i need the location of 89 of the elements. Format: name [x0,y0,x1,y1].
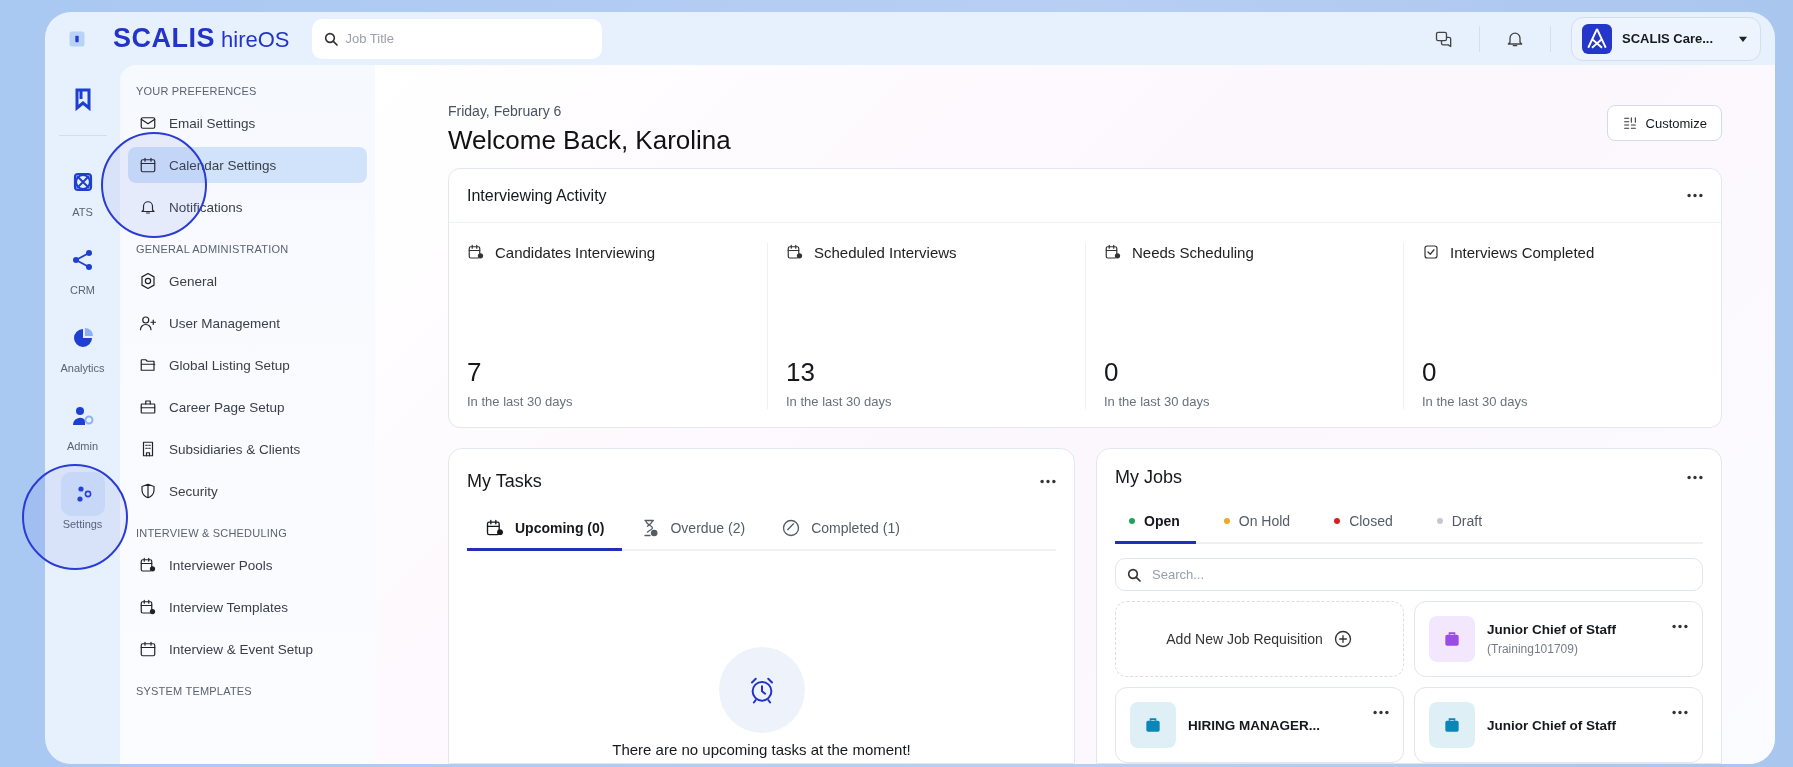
nav-item[interactable]: Analytics [53,316,112,374]
logo-mark-icon [1582,23,1612,54]
section-heading: YOUR PREFERENCES [135,84,258,99]
more-icon [1687,475,1703,481]
briefcase-icon [1442,629,1462,649]
search-icon [1126,566,1142,583]
search-field[interactable]: Search... [1115,558,1703,591]
more-icon [1040,478,1056,484]
nav-item[interactable]: ATS [53,160,112,218]
more-icon [1672,710,1688,715]
job-title: Junior Chief of Staff [1487,622,1617,637]
stat-caption: In the last 30 days [1422,394,1529,409]
tab[interactable]: Closed [1318,500,1409,545]
menu-item[interactable]: Email Settings [128,105,367,141]
tab[interactable]: Completed (1) [763,507,918,551]
calendar-icon [467,243,485,261]
search-field[interactable]: Job Title [311,18,602,59]
stat-caption: In the last 30 days [786,394,893,409]
stat-value: 0 [1104,357,1120,388]
account-selector[interactable]: SCALIS Care... [1571,16,1761,61]
user-gear-icon [70,404,95,428]
stat-label: Interviews Completed [1450,243,1595,261]
stat-value: 7 [467,357,483,388]
stat-value: 0 [1422,357,1438,388]
stat-caption: In the last 30 days [467,394,574,409]
calendar-icon [786,243,804,261]
briefcase-icon [139,398,157,416]
add-job-button[interactable]: Add New Job Requisition [1115,601,1404,677]
calendar-icon [1104,243,1122,261]
job-title: Junior Chief of Staff [1487,717,1617,733]
logo[interactable]: SCALIS hireOS [113,23,290,54]
job-card[interactable]: HIRING MANAGER... [1115,687,1404,763]
share-nodes-icon [70,248,95,272]
card-title: My Tasks [467,470,542,492]
tab[interactable]: Overdue (2) [622,507,764,551]
date-text: Friday, February 6 [448,103,563,119]
menu-item[interactable]: Interviewer Pools [128,547,367,583]
check-circle-icon [781,517,802,538]
menu-item[interactable]: Interview & Event Setup [128,631,367,667]
user-plus-icon [139,314,157,332]
card-title: Interviewing Activity [467,186,607,205]
menu-item[interactable]: Career Page Setup [128,389,367,425]
nav-item[interactable]: Admin [53,394,112,452]
menu-item[interactable]: Global Listing Setup [128,347,367,383]
menu-item[interactable]: Interview Templates [128,589,367,625]
customize-button[interactable]: Customize [1606,105,1722,141]
stat-value: 13 [786,357,816,388]
menu-item[interactable]: Subsidiaries & Clients [128,431,367,467]
stat-label: Candidates Interviewing [495,243,656,261]
calendar-icon [139,556,157,574]
envelope-icon [139,114,157,132]
plus-circle-icon [1332,629,1353,649]
tab[interactable]: Upcoming (0) [467,507,623,551]
folder-icon [139,356,157,374]
menu-item[interactable]: General [128,263,367,299]
stat-label: Scheduled Interviews [814,243,957,261]
briefcase-icon [1442,715,1462,735]
job-title: HIRING MANAGER... [1188,717,1321,733]
briefcase-icon [1143,715,1163,735]
bell-icon [139,198,157,216]
checkbox-icon [1422,243,1440,261]
job-id: (Training101709) [1487,642,1579,656]
search-icon [322,30,339,47]
welcome-heading: Welcome Back, Karolina [448,125,731,156]
job-card[interactable]: Junior Chief of Staff [1414,687,1703,763]
job-card[interactable]: Junior Chief of Staff (Training101709) [1414,601,1703,677]
section-heading: SYSTEM TEMPLATES [135,684,253,699]
calendar-icon [139,156,157,174]
section-heading: INTERVIEW & SCHEDULING [135,526,288,541]
more-icon [1373,710,1389,715]
calendar-icon [139,598,157,616]
shield-icon [139,482,157,500]
stat-label: Needs Scheduling [1132,243,1254,261]
tab[interactable]: Draft [1420,500,1499,545]
menu-item[interactable]: User Management [128,305,367,341]
gear-icon [139,272,157,290]
layout-icon [1621,115,1638,131]
calendar-icon [485,517,505,538]
card-title: My Jobs [1115,467,1183,489]
nav-item[interactable]: CRM [53,238,112,296]
tab[interactable]: Open [1115,500,1196,545]
menu-item[interactable]: Security [128,473,367,509]
section-heading: GENERAL ADMINISTRATION [135,242,290,257]
calendar-icon [139,640,157,658]
stat-caption: In the last 30 days [1104,394,1211,409]
more-icon [1687,193,1703,198]
empty-state-text: There are no upcoming tasks at the moment! [612,741,911,758]
tab[interactable]: On Hold [1207,500,1307,545]
more-icon [1672,624,1688,629]
